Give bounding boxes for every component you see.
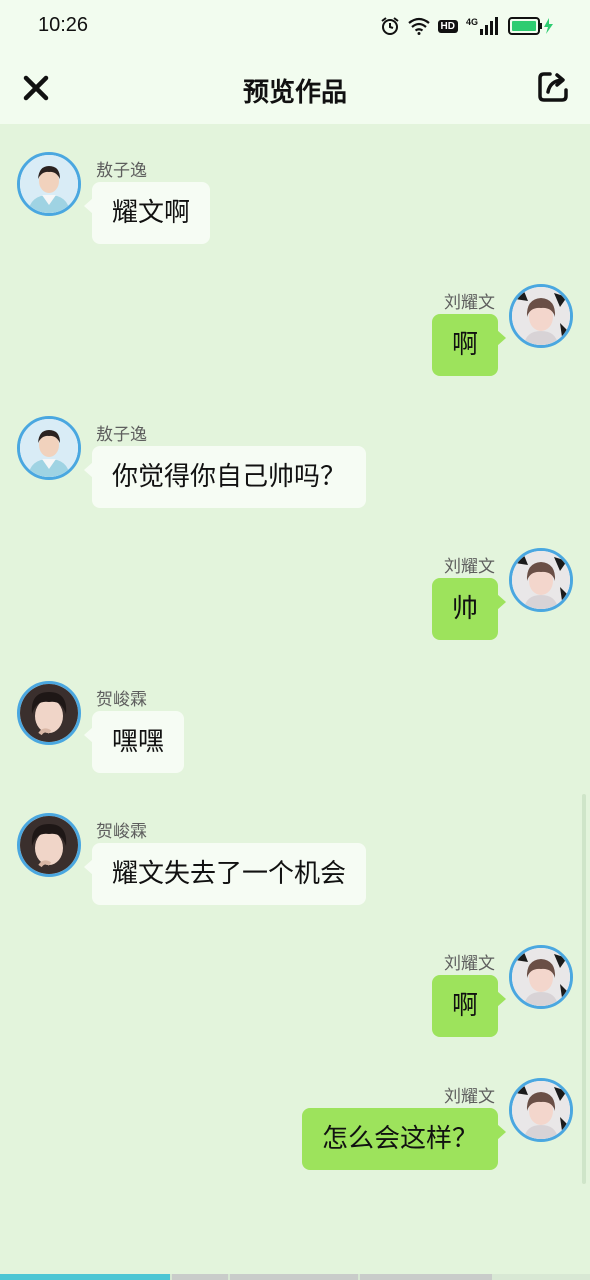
progress-segment: [230, 1274, 358, 1280]
sender-name: 刘耀文: [444, 954, 495, 974]
sender-name: 刘耀文: [444, 557, 495, 577]
signal-icon: [480, 17, 498, 35]
page-title: 预览作品: [242, 78, 347, 108]
sender-name: 贺峻霖: [96, 822, 147, 842]
avatar-hejunlin[interactable]: [17, 813, 81, 877]
status-icons: HD 4G: [380, 14, 554, 38]
avatar-liuyaowen[interactable]: [509, 1078, 573, 1142]
avatar-aoziyi[interactable]: [17, 416, 81, 480]
sender-name: 刘耀文: [444, 293, 495, 313]
header: 预览作品: [0, 52, 590, 124]
message-bubble[interactable]: 你觉得你自己帅吗？: [83, 446, 367, 508]
progress-segment: [360, 1274, 492, 1280]
message-bubble[interactable]: 啊: [431, 314, 507, 376]
avatar-hejunlin[interactable]: [17, 681, 81, 745]
status-bar: 10:26 HD 4G: [0, 0, 590, 52]
sender-name: 敖子逸: [96, 425, 147, 445]
avatar-aoziyi[interactable]: [17, 152, 81, 216]
share-button[interactable]: [536, 70, 570, 104]
message-bubble[interactable]: 帅: [431, 578, 507, 640]
network-label: 4G: [465, 17, 478, 27]
message-bubble[interactable]: 怎么会这样？: [301, 1108, 507, 1170]
sender-name: 贺峻霖: [96, 690, 147, 710]
avatar-liuyaowen[interactable]: [509, 548, 573, 612]
message-bubble[interactable]: 耀文啊: [83, 182, 211, 244]
battery-icon: [508, 17, 553, 35]
message-bubble[interactable]: 嘿嘿: [83, 711, 185, 773]
wifi-icon: [407, 17, 430, 35]
progress-segment: [0, 1274, 170, 1280]
progress-segment: [172, 1274, 228, 1280]
avatar-liuyaowen[interactable]: [509, 945, 573, 1009]
message-bubble[interactable]: 啊: [431, 975, 507, 1037]
sender-name: 敖子逸: [96, 161, 147, 181]
hd-badge: HD: [437, 19, 458, 33]
share-icon: [538, 72, 568, 102]
sender-name: 刘耀文: [444, 1087, 495, 1107]
progress-bar: [0, 1274, 590, 1280]
scrollbar[interactable]: [582, 794, 586, 1184]
chat-list[interactable]: 敖子逸 耀文啊 刘耀文 啊 敖子逸 你觉得你自己帅吗？ 刘耀文 帅 贺峻霖 嘿嘿…: [0, 124, 590, 1274]
status-time: 10:26: [38, 14, 89, 36]
alarm-icon: [380, 17, 399, 35]
avatar-liuyaowen[interactable]: [509, 284, 573, 348]
message-bubble[interactable]: 耀文失去了一个机会: [83, 843, 367, 905]
